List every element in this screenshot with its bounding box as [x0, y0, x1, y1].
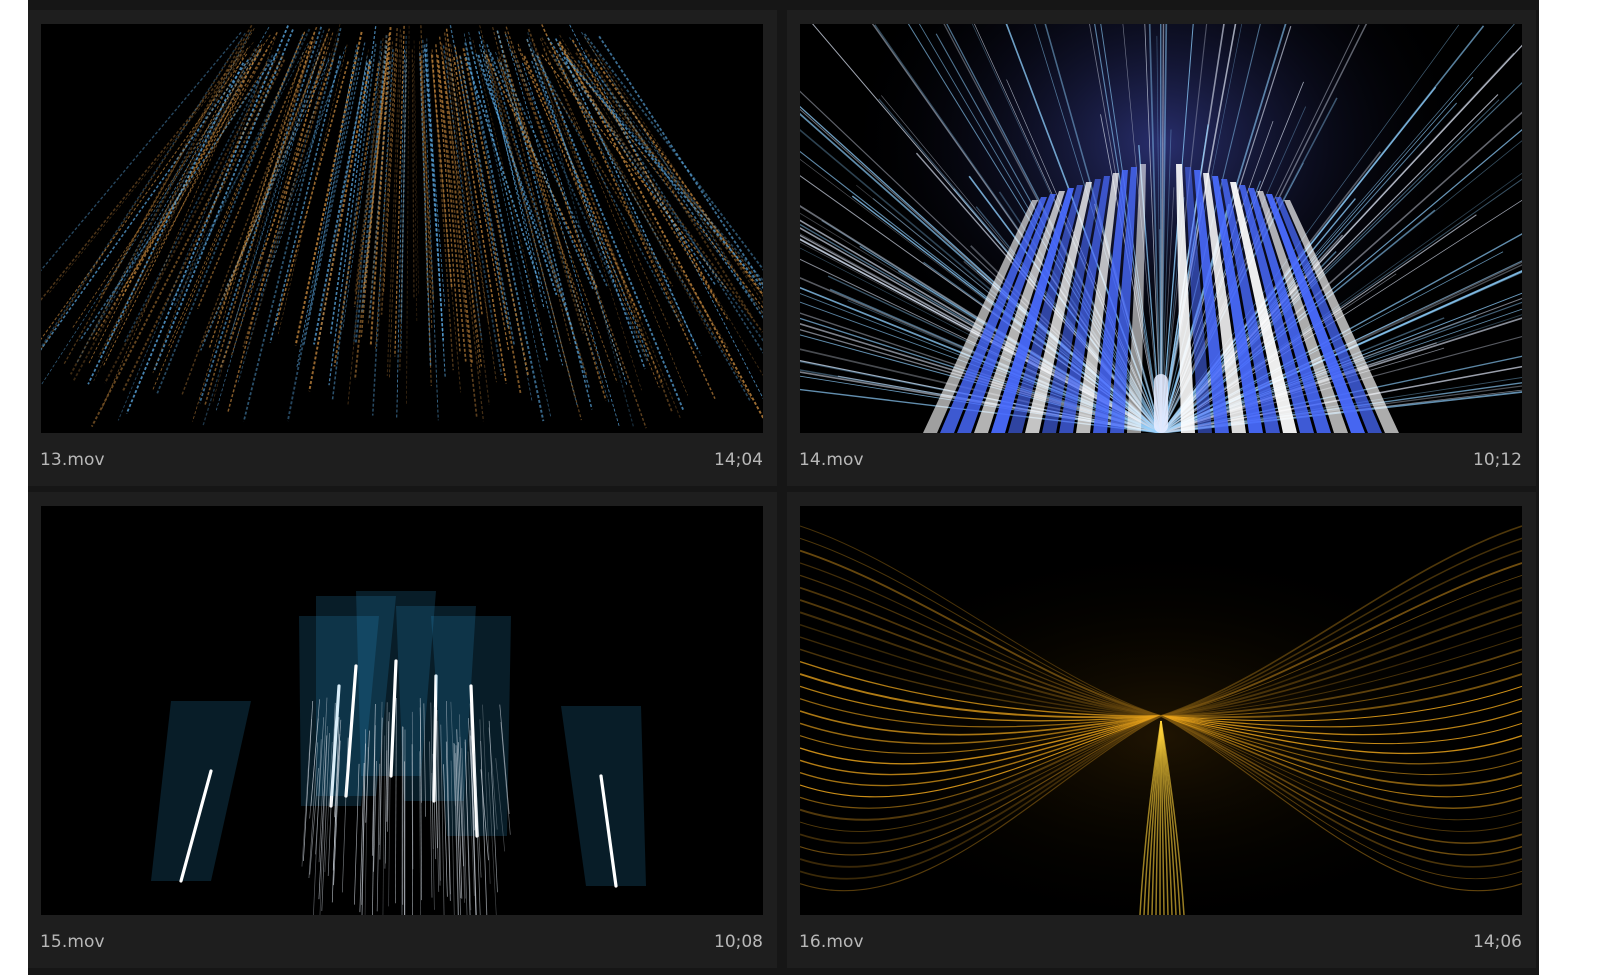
clip-name: 16.mov: [799, 932, 864, 952]
clip-card[interactable]: 15.mov 10;08: [28, 492, 777, 968]
clip-preview-image: [41, 24, 763, 433]
media-bin-panel: 13.mov 14;04 14.mov 10;12 15.mov 10;08 1…: [28, 0, 1539, 975]
clip-duration: 10;12: [1473, 450, 1522, 470]
clip-duration: 14;04: [714, 450, 763, 470]
clip-thumbnail[interactable]: [800, 506, 1522, 915]
clip-name: 15.mov: [40, 932, 105, 952]
clip-thumbnail[interactable]: [41, 24, 763, 433]
clip-card[interactable]: 14.mov 10;12: [787, 10, 1536, 486]
clip-card[interactable]: 13.mov 14;04: [28, 10, 777, 486]
clip-duration: 10;08: [714, 932, 763, 952]
clip-name: 13.mov: [40, 450, 105, 470]
clip-preview-image: [800, 506, 1522, 915]
clip-thumbnail[interactable]: [800, 24, 1522, 433]
clip-name: 14.mov: [799, 450, 864, 470]
clip-card[interactable]: 16.mov 14;06: [787, 492, 1536, 968]
clip-duration: 14;06: [1473, 932, 1522, 952]
clip-thumbnail[interactable]: [41, 506, 763, 915]
clip-preview-image: [800, 24, 1522, 433]
clip-preview-image: [41, 506, 763, 915]
